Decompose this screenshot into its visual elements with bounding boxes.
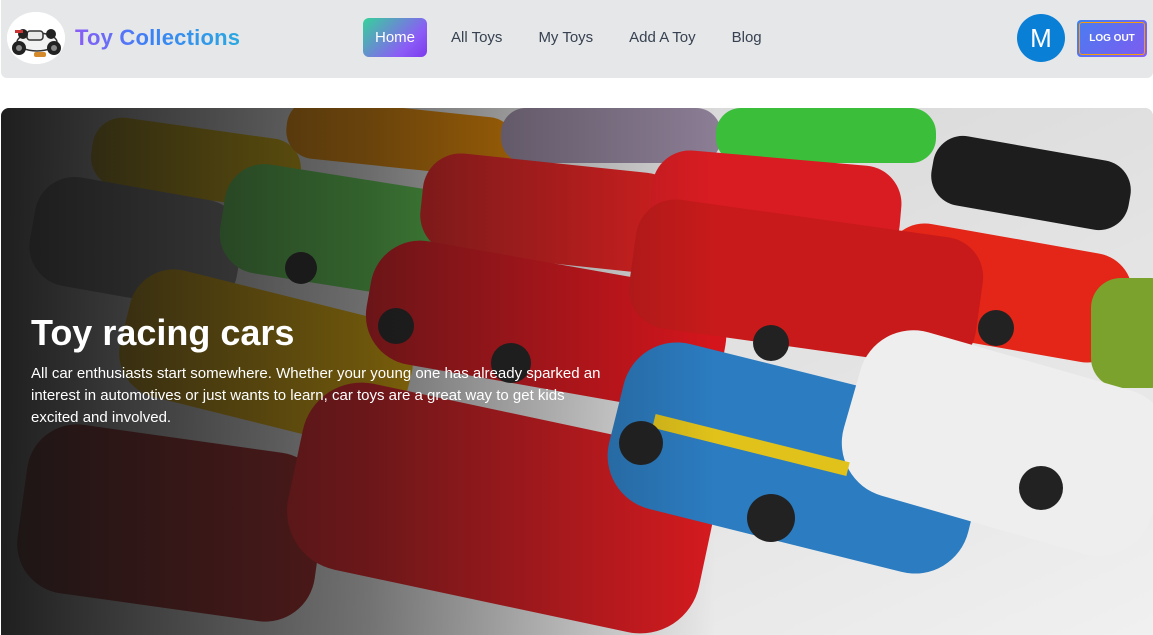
main-nav: Home All Toys My Toys Add A Toy Blog: [363, 18, 786, 57]
logout-button[interactable]: LOG OUT: [1077, 20, 1147, 57]
hero-banner: Toy racing cars All car enthusiasts star…: [1, 108, 1153, 635]
user-avatar[interactable]: M: [1017, 14, 1065, 62]
nav-add-a-toy[interactable]: Add A Toy: [617, 18, 707, 57]
hero-description: All car enthusiasts start somewhere. Whe…: [31, 365, 601, 426]
logout-label: LOG OUT: [1079, 22, 1145, 55]
brand-name[interactable]: Toy Collections: [75, 25, 240, 51]
nav-my-toys[interactable]: My Toys: [526, 18, 605, 57]
toy-race-car-icon[interactable]: [7, 12, 65, 64]
hero-title: Toy racing cars: [31, 312, 295, 353]
nav-all-toys[interactable]: All Toys: [439, 18, 514, 57]
navbar: Toy Collections Home All Toys My Toys Ad…: [1, 0, 1153, 78]
nav-home[interactable]: Home: [363, 18, 428, 57]
nav-blog[interactable]: Blog: [720, 18, 774, 57]
avatar-initial: M: [1030, 22, 1052, 53]
brand[interactable]: Toy Collections: [7, 12, 240, 64]
